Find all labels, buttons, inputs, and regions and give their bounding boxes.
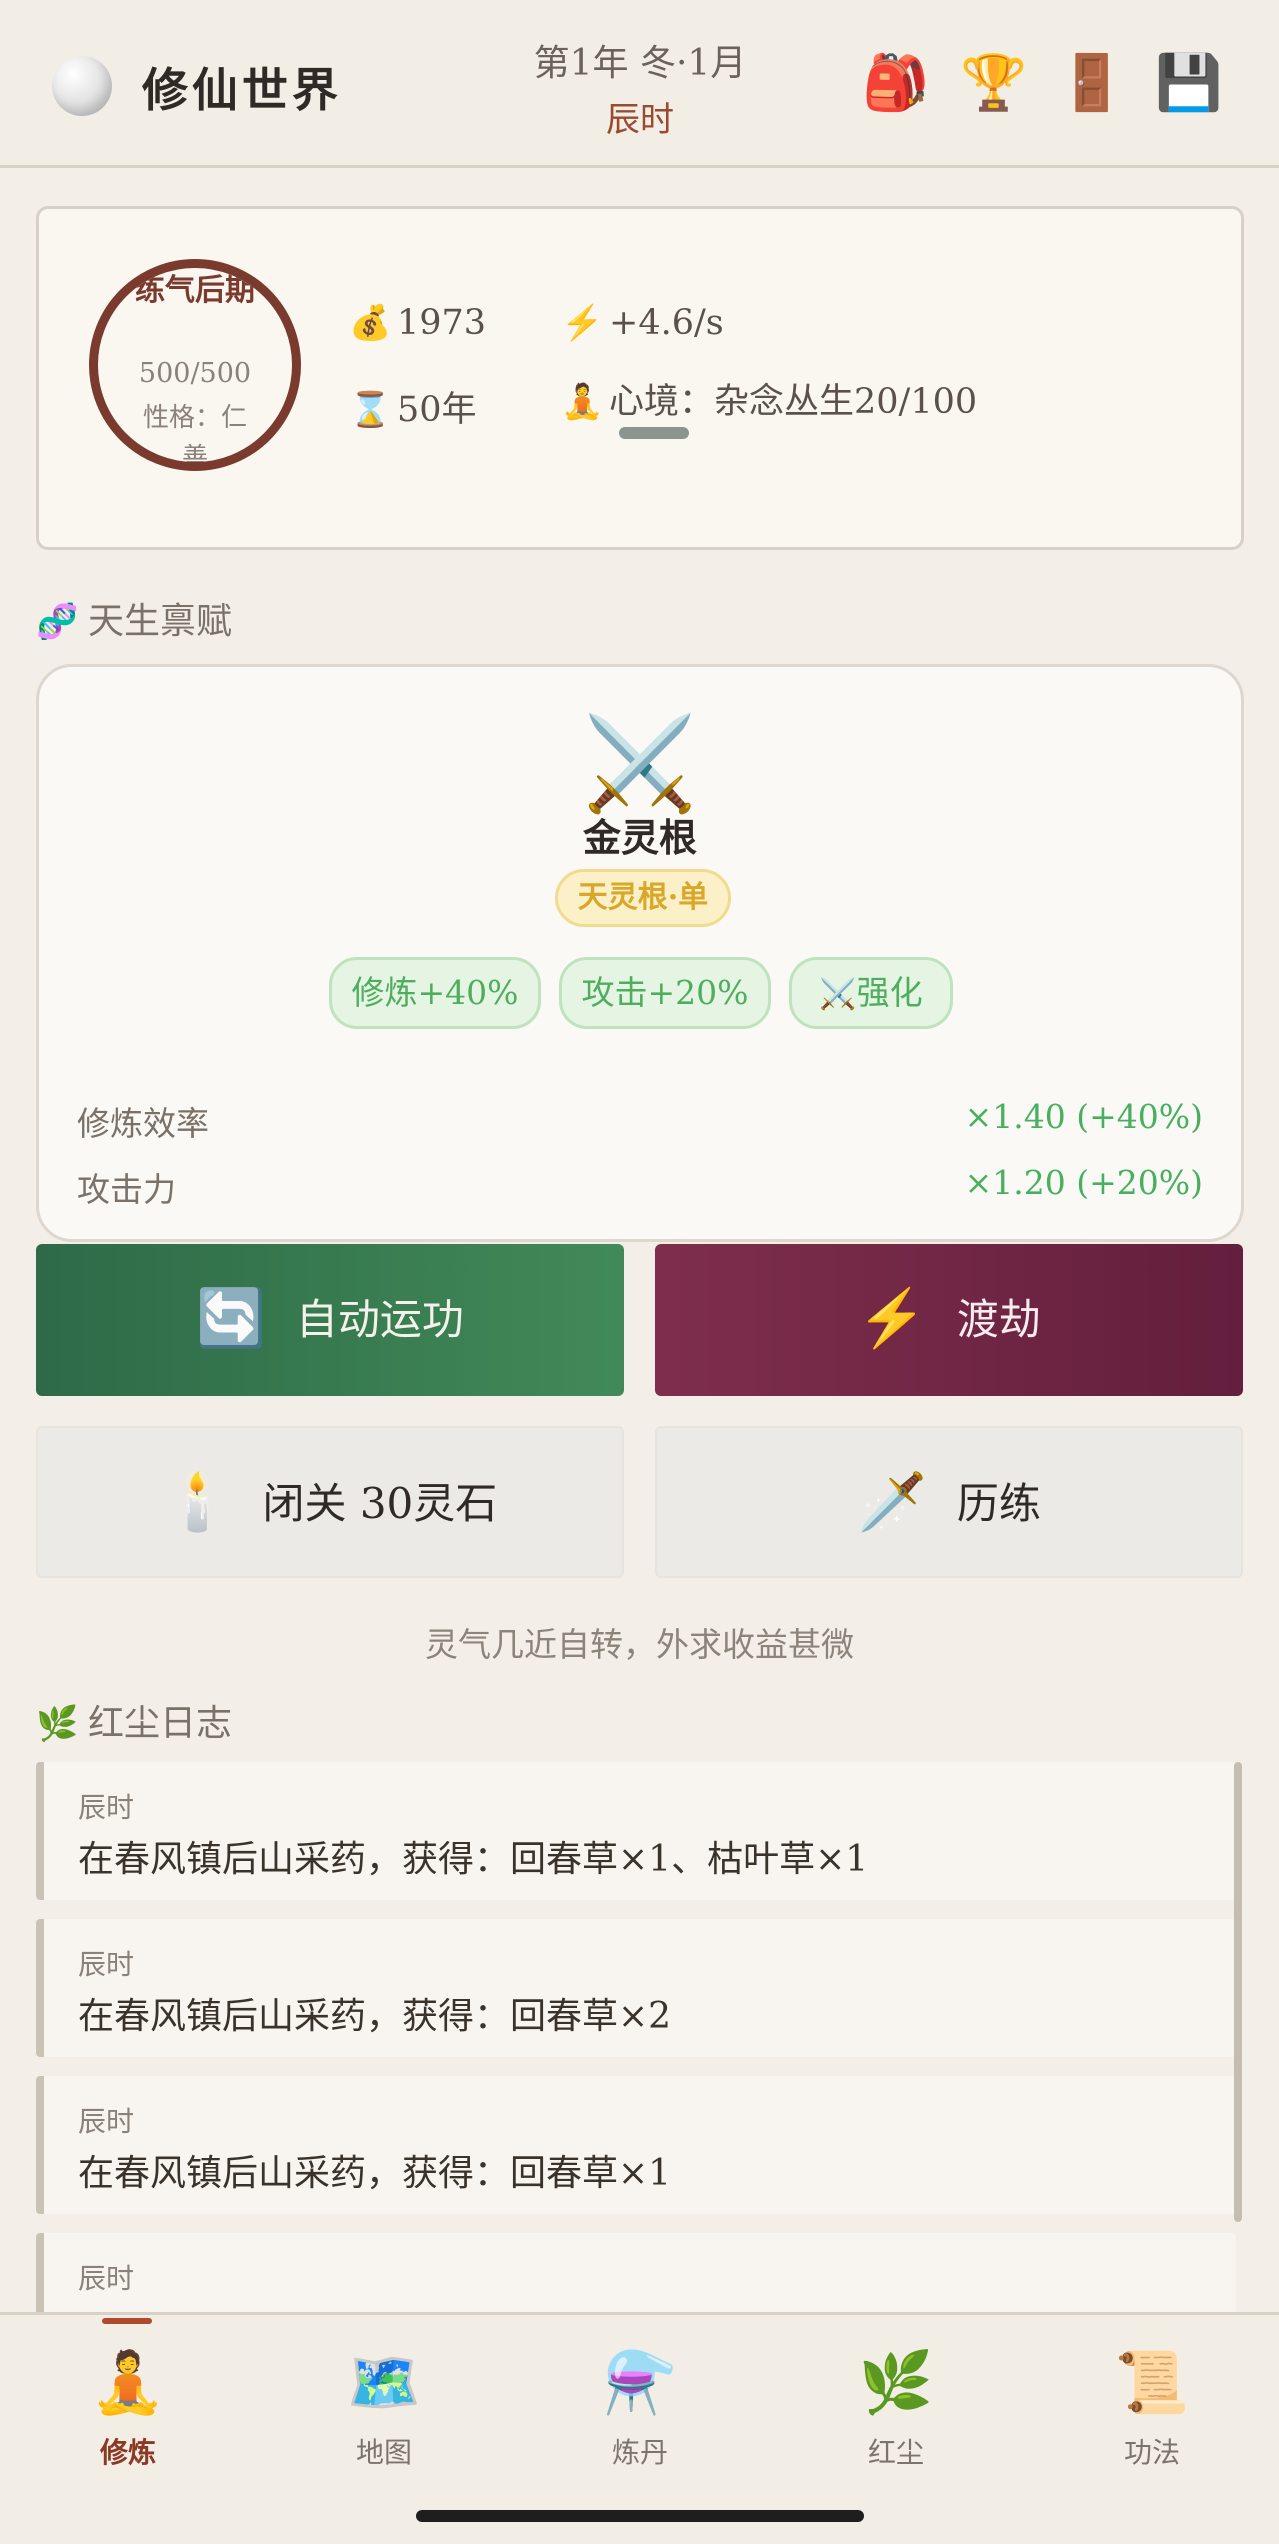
log-text: 在春风镇后山采药，获得：回春草×2 — [78, 1996, 672, 2037]
herb-icon: 🌿 — [36, 1704, 79, 1744]
nav-label: 炼丹 — [611, 2436, 668, 2469]
age-stat: ⌛ 50年 — [349, 381, 477, 432]
game-date: 第1年 冬·1月 — [533, 43, 747, 84]
active-tab-indicator — [102, 2318, 152, 2324]
tag-enhance: ⚔️强化 — [789, 957, 953, 1029]
log-time: 辰时 — [78, 1948, 135, 1981]
candle-icon: 🕯️ — [162, 1470, 233, 1535]
save-icon[interactable]: 💾 — [1155, 50, 1222, 116]
rate-stat: ⚡ +4.6/s — [561, 303, 724, 343]
mind-stat: 🧘 心境：杂念丛生20/100 — [561, 373, 977, 424]
nav-map[interactable]: 🗺️ 地图 — [284, 2345, 484, 2471]
age-value: 50年 — [397, 390, 477, 430]
list-item: 辰时 在春风镇后山采药，获得：回春草×1、枯叶草×1 — [36, 1762, 1236, 1900]
crossed-swords-icon: ⚔️ — [819, 977, 857, 1012]
spirit-stones-value: 1973 — [397, 303, 487, 343]
money-bag-icon: 💰 — [349, 303, 392, 343]
crossed-swords-icon: ⚔️ — [582, 710, 698, 817]
log-section-title: 🌿 红尘日志 — [36, 1694, 232, 1746]
auto-cultivate-label: 自动运功 — [295, 1295, 464, 1344]
app-title: 修仙世界 — [142, 63, 342, 117]
tribulation-button[interactable]: ⚡ 渡劫 — [655, 1244, 1243, 1396]
hint-text: 灵气几近自转，外求收益甚微 — [425, 1625, 854, 1664]
lightning-icon: ⚡ — [561, 303, 604, 343]
log-time: 辰时 — [78, 2262, 135, 2295]
tag-enhance-label: 强化 — [856, 973, 923, 1012]
log-time: 辰时 — [78, 1791, 135, 1824]
qi-value: 500/500 — [138, 358, 252, 389]
meditation-icon: 🧘 — [90, 2348, 166, 2418]
backpack-icon[interactable]: 🎒 — [862, 50, 929, 116]
nav-cultivate[interactable]: 🧘 修炼 — [28, 2345, 228, 2471]
spirit-orb-icon — [52, 56, 112, 116]
home-indicator[interactable] — [416, 2510, 864, 2522]
talent-section-title: 🧬 天生禀赋 — [36, 592, 232, 644]
auto-cultivate-button[interactable]: 🔄 自动运功 — [36, 1244, 624, 1396]
seclusion-label: 闭关 30灵石 — [262, 1479, 498, 1528]
talent-card: ⚔️ 金灵根 天灵根·单 修炼+40% 攻击+20% ⚔️强化 修炼效率 ×1.… — [36, 664, 1244, 1242]
log-section-label: 红尘日志 — [88, 1703, 233, 1744]
attack-value: ×1.20 (+20%) — [964, 1163, 1203, 1202]
nav-alchemy[interactable]: ⚗️ 炼丹 — [540, 2345, 740, 2471]
hourglass-icon: ⌛ — [349, 390, 392, 430]
herb-icon: 🌿 — [858, 2348, 934, 2418]
mind-value: 心境：杂念丛生20/100 — [609, 382, 978, 422]
log-time: 辰时 — [78, 2105, 135, 2138]
dna-icon: 🧬 — [36, 602, 79, 642]
log-text: 在春风镇后山采药，获得：回春草×1、枯叶草×1 — [78, 1839, 869, 1880]
scroll-icon: 📜 — [1114, 2348, 1190, 2418]
lightning-icon: ⚡ — [857, 1286, 927, 1351]
talent-grade-badge: 天灵根·单 — [555, 869, 731, 927]
seclusion-button[interactable]: 🕯️ 闭关 30灵石 — [36, 1426, 624, 1578]
top-bar: 修仙世界 第1年 冬·1月 辰时 🎒 🏆 🚪 💾 — [0, 0, 1279, 168]
adventure-label: 历练 — [956, 1479, 1041, 1528]
rate-value: +4.6/s — [609, 303, 724, 343]
mind-progress-bar — [619, 427, 689, 439]
nav-label: 地图 — [355, 2436, 412, 2469]
list-item: 辰时 在春风镇后山采药，获得：回春草×2 — [36, 1919, 1236, 2057]
trait-text: 性格：仁善 — [142, 403, 247, 471]
status-card: 练气后期 500/500 性格：仁善 💰 1973 ⚡ +4.6/s ⌛ 50年 🧘 心… — [36, 206, 1244, 550]
log-text: 在春风镇后山采药，获得：回春草×1 — [78, 2153, 672, 2194]
adventure-button[interactable]: 🗡️ 历练 — [655, 1426, 1243, 1578]
talent-name: 金灵根 — [582, 815, 697, 860]
log-list[interactable]: 辰时 在春风镇后山采药，获得：回春草×1、枯叶草×1 辰时 在春风镇后山采药，获… — [36, 1762, 1244, 2312]
dagger-icon: 🗡️ — [857, 1470, 927, 1535]
spirit-stones-stat: 💰 1973 — [349, 303, 486, 343]
map-icon: 🗺️ — [346, 2348, 422, 2418]
alembic-icon: ⚗️ — [602, 2348, 678, 2418]
efficiency-label: 修炼效率 — [77, 1104, 209, 1143]
talent-section-label: 天生禀赋 — [88, 601, 233, 642]
realm-name: 练气后期 — [135, 273, 255, 308]
tag-cultivation: 修炼+40% — [329, 957, 541, 1029]
nav-world[interactable]: 🌿 红尘 — [796, 2345, 996, 2471]
door-icon[interactable]: 🚪 — [1058, 50, 1125, 116]
refresh-icon: 🔄 — [196, 1286, 266, 1351]
game-time: 辰时 — [606, 100, 674, 140]
trophy-icon[interactable]: 🏆 — [960, 50, 1027, 116]
nav-label: 功法 — [1123, 2436, 1180, 2469]
tribulation-label: 渡劫 — [956, 1295, 1041, 1344]
list-item: 辰时 在春风镇后山采药，获得：回春草×1 — [36, 2076, 1236, 2214]
tag-attack: 攻击+20% — [559, 957, 771, 1029]
nav-techniques[interactable]: 📜 功法 — [1052, 2345, 1252, 2471]
list-item: 辰时 — [36, 2233, 1236, 2312]
nav-label: 红尘 — [867, 2436, 924, 2469]
nav-label: 修炼 — [99, 2436, 156, 2469]
meditation-icon: 🧘 — [561, 382, 604, 422]
efficiency-value: ×1.40 (+40%) — [964, 1097, 1203, 1136]
log-scrollbar[interactable] — [1234, 1762, 1242, 2222]
attack-label: 攻击力 — [77, 1170, 176, 1209]
realm-ring: 练气后期 500/500 性格：仁善 — [89, 259, 301, 471]
